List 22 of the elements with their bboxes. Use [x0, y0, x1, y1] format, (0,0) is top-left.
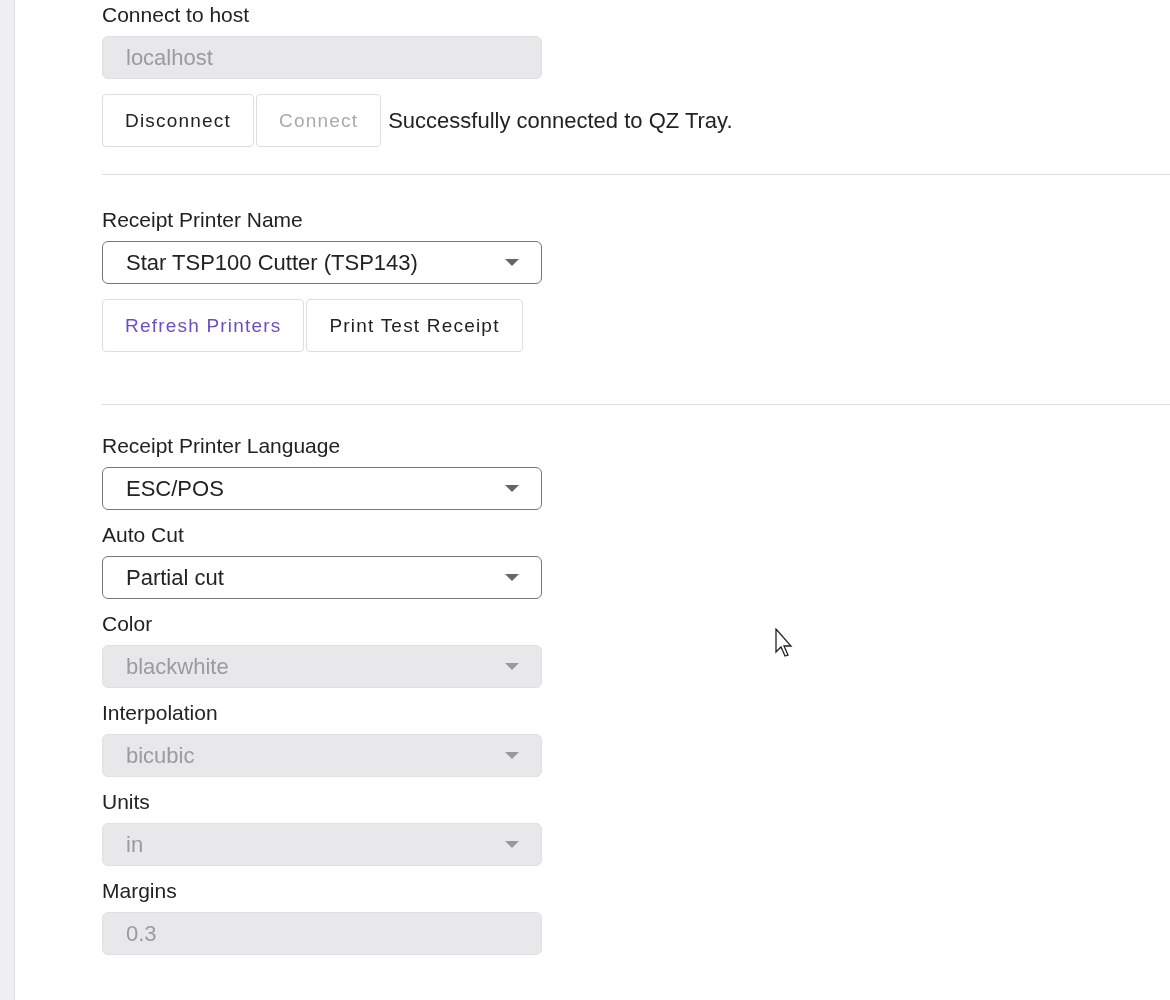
status-message: Successfully connected to QZ Tray.	[388, 107, 733, 134]
select-field[interactable]: Partial cut	[102, 556, 542, 599]
print-test-button[interactable]: Print Test Receipt	[306, 299, 523, 352]
field-label: Auto Cut	[102, 522, 185, 548]
field-label: Receipt Printer Name	[102, 207, 304, 233]
mouse-pointer-icon	[775, 628, 795, 658]
field-label: Units	[102, 789, 151, 815]
caret-icon	[505, 662, 519, 671]
caret-icon	[505, 484, 519, 493]
caret-icon	[505, 840, 519, 849]
refresh-printers-button[interactable]: Refresh Printers	[102, 299, 305, 352]
caret-icon	[505, 573, 519, 582]
caret-icon	[505, 751, 519, 760]
printer-select[interactable]: Star TSP100 Cutter (TSP143)	[102, 241, 542, 284]
disconnect-button[interactable]: Disconnect	[102, 94, 254, 147]
caret-icon	[505, 258, 519, 267]
field-label: Connect to host	[102, 2, 251, 28]
select-field[interactable]: ESC/POS	[102, 467, 542, 510]
field-label: Receipt Printer Language	[102, 433, 342, 459]
field-label: Color	[102, 611, 154, 637]
field-label: Margins	[102, 878, 178, 904]
field-label: Interpolation	[102, 700, 219, 726]
